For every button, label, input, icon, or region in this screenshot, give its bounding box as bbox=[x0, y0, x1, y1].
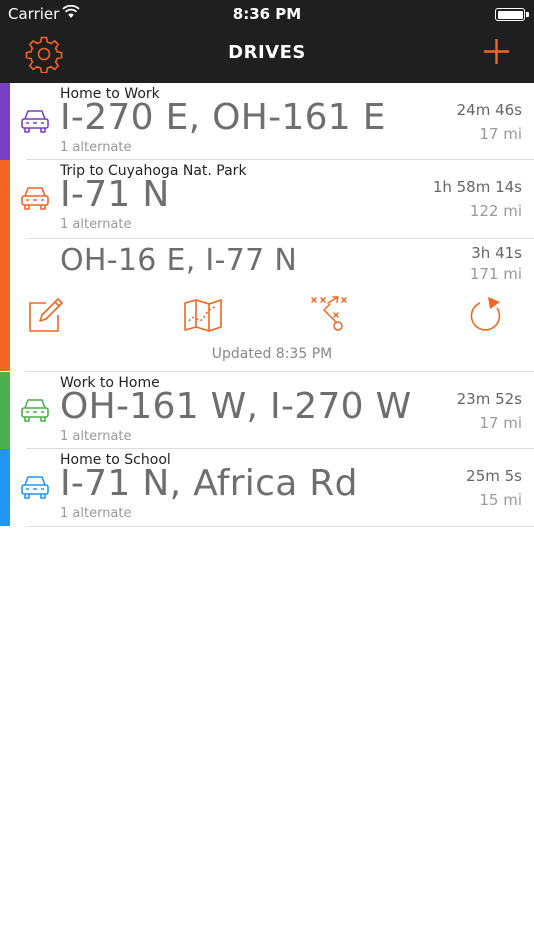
drive-row-work-to-home[interactable]: Work to Home OH-161 W, I-270 W 1 alterna… bbox=[0, 372, 534, 449]
clock: 8:36 PM bbox=[232, 5, 302, 23]
drive-route: I-71 N, Africa Rd bbox=[60, 463, 358, 504]
drive-duration: 1h 58m 14s bbox=[432, 178, 522, 196]
drive-duration: 24m 46s bbox=[456, 101, 522, 119]
refresh-icon[interactable] bbox=[466, 295, 506, 335]
drive-actions bbox=[10, 295, 534, 335]
drive-distance: 15 mi bbox=[479, 491, 522, 509]
top-bar: Carrier 8:36 PM DRIVES bbox=[0, 0, 534, 83]
drive-color-bar bbox=[0, 372, 10, 449]
drive-route: I-270 E, OH-161 E bbox=[60, 97, 386, 138]
drive-distance: 17 mi bbox=[479, 125, 522, 143]
car-icon bbox=[21, 110, 49, 133]
row-divider bbox=[26, 526, 534, 527]
alternate-distance: 171 mi bbox=[469, 265, 522, 283]
drive-distance: 17 mi bbox=[479, 414, 522, 432]
car-icon bbox=[21, 399, 49, 422]
drive-route: OH-161 W, I-270 W bbox=[60, 386, 412, 427]
drive-duration: 23m 52s bbox=[456, 390, 522, 408]
drive-duration: 25m 5s bbox=[466, 467, 522, 485]
drive-row-home-to-work[interactable]: Home to Work I-270 E, OH-161 E 1 alterna… bbox=[0, 83, 534, 160]
drive-color-bar bbox=[0, 83, 10, 160]
edit-icon[interactable] bbox=[26, 295, 66, 335]
alternate-duration: 3h 41s bbox=[471, 244, 522, 262]
add-drive-plus-icon[interactable] bbox=[484, 39, 509, 64]
page-title: DRIVES bbox=[228, 42, 306, 63]
battery-icon bbox=[495, 8, 529, 21]
drive-color-bar bbox=[0, 160, 10, 371]
drive-alternates: 1 alternate bbox=[60, 140, 132, 155]
alternate-route: OH-16 E, I-77 N bbox=[60, 243, 298, 278]
drive-row-home-to-school[interactable]: Home to School I-71 N, Africa Rd 1 alter… bbox=[0, 449, 534, 526]
nav-bar: DRIVES bbox=[0, 28, 534, 83]
strategy-play-icon[interactable] bbox=[310, 295, 350, 335]
drive-distance: 122 mi bbox=[469, 202, 522, 220]
drive-route: I-71 N bbox=[60, 174, 170, 215]
car-icon bbox=[21, 187, 49, 210]
drive-row-trip-to-cuyahoga[interactable]: Trip to Cuyahoga Nat. Park I-71 N 1 alte… bbox=[0, 160, 534, 371]
drive-alternates: 1 alternate bbox=[60, 217, 132, 232]
drive-alternates: 1 alternate bbox=[60, 429, 132, 444]
alternate-route-row[interactable]: OH-16 E, I-77 N 3h 41s 171 mi bbox=[10, 239, 534, 289]
drive-alternates: 1 alternate bbox=[60, 506, 132, 521]
car-icon bbox=[21, 476, 49, 499]
status-bar: Carrier 8:36 PM bbox=[0, 0, 534, 28]
map-icon[interactable] bbox=[183, 295, 223, 335]
drive-color-bar bbox=[0, 449, 10, 526]
updated-timestamp: Updated 8:35 PM bbox=[211, 346, 333, 362]
